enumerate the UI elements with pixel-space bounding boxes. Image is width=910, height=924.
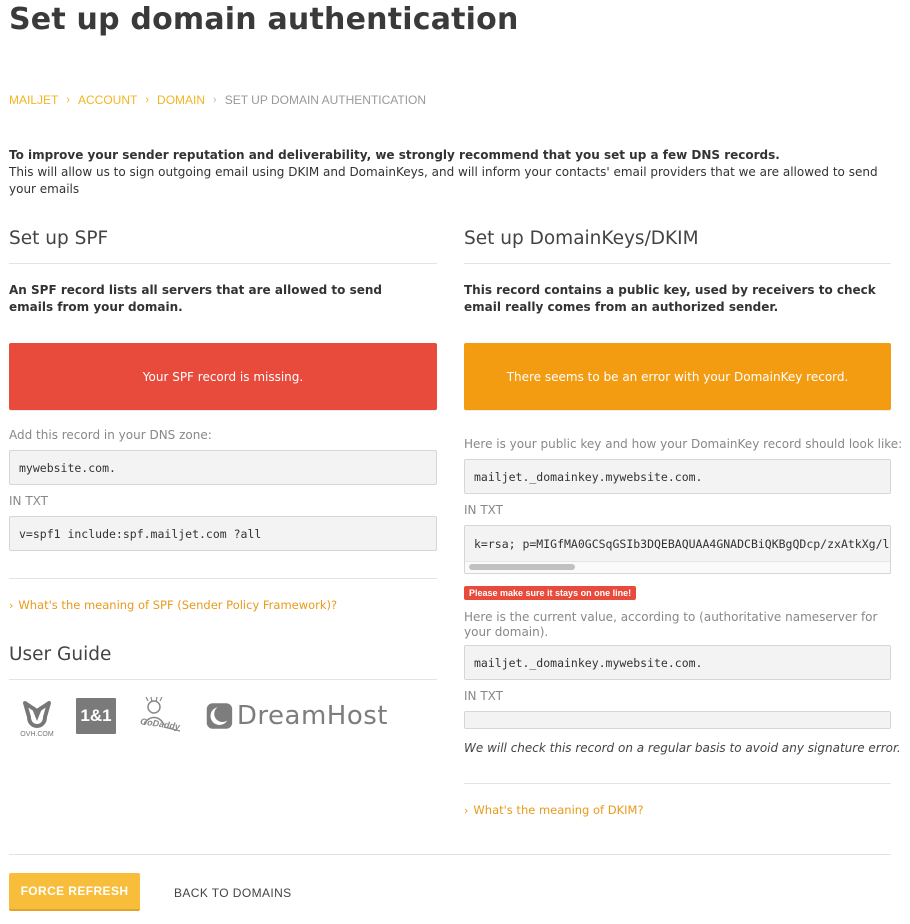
spf-lead: An SPF record lists all servers that are…: [9, 283, 383, 314]
user-guide-divider: [9, 679, 437, 680]
intro-bold: To improve your sender reputation and de…: [9, 148, 780, 162]
chevron-right-icon: ›: [66, 94, 71, 106]
chevron-right-icon: ›: [145, 94, 150, 106]
dkim-value-field[interactable]: k=rsa; p=MIGfMA0GCSqGSIb3DQEBAQUAA4GNADC…: [464, 525, 891, 574]
spf-host-field[interactable]: mywebsite.com.: [9, 450, 437, 485]
dkim-current-host-field[interactable]: mailjet._domainkey.mywebsite.com.: [464, 645, 891, 680]
godaddy-logo[interactable]: GoDaddy: [134, 695, 186, 739]
1and1-logo[interactable]: 1&1: [76, 698, 116, 734]
spf-divider: [9, 263, 437, 264]
breadcrumb-current: SET UP DOMAIN AUTHENTICATION: [224, 93, 427, 107]
breadcrumb: MAILJET › ACCOUNT › DOMAIN › SET UP DOMA…: [9, 93, 426, 107]
dkim-value-text: k=rsa; p=MIGfMA0GCSqGSIb3DQEBAQUAA4GNADC…: [474, 537, 890, 551]
dreamhost-moon-icon: [206, 703, 233, 729]
chevron-right-icon: ›: [464, 803, 469, 817]
spf-faq-divider: [9, 578, 437, 579]
spf-section-title: Set up SPF: [9, 228, 109, 249]
back-to-domains-link[interactable]: BACK TO DOMAINS: [174, 886, 292, 900]
dkim-host-field[interactable]: mailjet._domainkey.mywebsite.com.: [464, 459, 891, 494]
scrollbar-thumb[interactable]: [469, 564, 575, 570]
dkim-error-alert: There seems to be an error with your Dom…: [464, 343, 891, 410]
spf-missing-alert: Your SPF record is missing.: [9, 343, 437, 410]
user-guide-title: User Guide: [9, 644, 112, 665]
godaddy-logo-text: GoDaddy: [140, 716, 182, 732]
spf-faq-link[interactable]: › What's the meaning of SPF (Sender Poli…: [9, 598, 337, 612]
force-refresh-button[interactable]: FORCE REFRESH: [9, 873, 140, 911]
1and1-logo-text: 1&1: [80, 706, 112, 725]
ovh-logo-icon: OVH.COM: [20, 701, 54, 738]
breadcrumb-account[interactable]: ACCOUNT: [78, 93, 137, 107]
dkim-check-note: We will check this record on a regular b…: [464, 741, 901, 755]
dkim-section-title: Set up DomainKeys/DKIM: [464, 228, 699, 249]
spf-type-label: IN TXT: [9, 494, 48, 508]
ovh-logo-text: OVH.COM: [20, 731, 54, 738]
dreamhost-logo-text: DreamHost: [236, 701, 388, 731]
dkim-divider: [464, 263, 891, 264]
dkim-faq-divider: [464, 783, 891, 784]
breadcrumb-mailjet[interactable]: MAILJET: [9, 93, 58, 107]
chevron-right-icon: ›: [213, 94, 217, 106]
horizontal-scrollbar[interactable]: [465, 561, 890, 573]
dkim-current-type-label: IN TXT: [464, 689, 503, 703]
spf-faq-label: What's the meaning of SPF (Sender Policy…: [18, 598, 338, 612]
dkim-current-value-field[interactable]: [464, 711, 891, 729]
dkim-current-label: Here is the current value, according to …: [464, 610, 878, 639]
intro-text: To improve your sender reputation and de…: [9, 147, 879, 198]
one-line-warning-badge: Please make sure it stays on one line!: [464, 586, 637, 600]
ovh-logo[interactable]: OVH.COM: [15, 695, 59, 739]
godaddy-logo-icon: GoDaddy: [140, 696, 182, 732]
intro-body: This will allow us to sign outgoing emai…: [9, 165, 878, 196]
footer-divider: [9, 854, 891, 855]
spf-value-field[interactable]: v=spf1 include:spf.mailjet.com ?all: [9, 516, 437, 551]
page-title: Set up domain authentication: [9, 2, 519, 37]
dkim-faq-link[interactable]: › What's the meaning of DKIM?: [464, 803, 644, 817]
dkim-public-key-label: Here is your public key and how your Dom…: [464, 437, 903, 451]
dkim-type-label: IN TXT: [464, 503, 503, 517]
breadcrumb-domain[interactable]: DOMAIN: [157, 93, 205, 107]
dreamhost-logo[interactable]: DreamHost: [206, 697, 388, 735]
dkim-faq-label: What's the meaning of DKIM?: [473, 803, 644, 817]
chevron-right-icon: ›: [9, 598, 14, 612]
dkim-lead: This record contains a public key, used …: [464, 283, 876, 314]
spf-add-label: Add this record in your DNS zone:: [9, 428, 212, 442]
